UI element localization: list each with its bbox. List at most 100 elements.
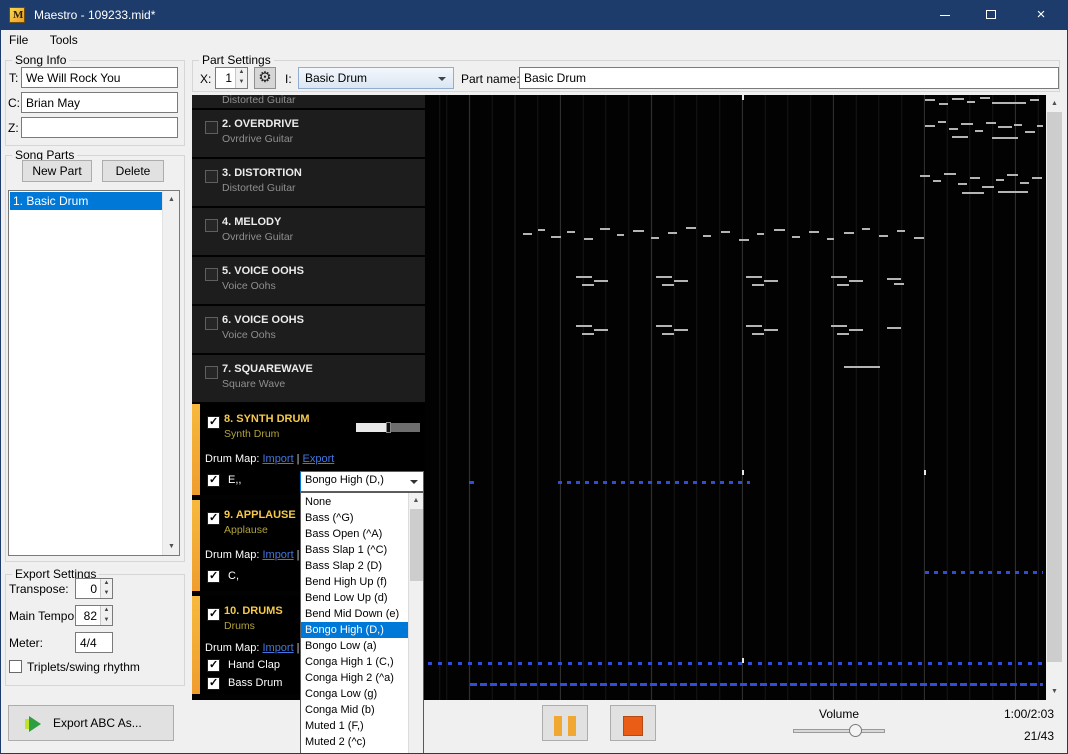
track-row-overdrive[interactable]: 2. OVERDRIVE Ovrdrive Guitar: [192, 110, 425, 157]
drum-note-checkbox[interactable]: [207, 474, 220, 487]
drum-map-import-link[interactable]: Import: [262, 549, 293, 561]
drum-map-import-link[interactable]: Import: [262, 453, 293, 465]
playback-time: 1:00/2:03: [958, 707, 1054, 721]
dropdown-option[interactable]: Conga High 2 (^a): [301, 670, 408, 686]
drum-note-checkbox[interactable]: [207, 659, 220, 672]
drum-note-select[interactable]: Bongo High (D,): [300, 471, 424, 492]
song-title-input[interactable]: [21, 67, 178, 88]
meter-input[interactable]: [75, 632, 113, 653]
delete-part-button[interactable]: Delete: [102, 160, 164, 182]
track-checkbox[interactable]: [205, 170, 218, 183]
volume-slider-handle[interactable]: [849, 724, 862, 737]
stop-button[interactable]: [610, 705, 656, 741]
dropdown-option[interactable]: Bass Slap 1 (^C): [301, 542, 408, 558]
spin-up-icon[interactable]: ▲: [236, 68, 247, 78]
z-input[interactable]: [21, 117, 178, 138]
midi-note: [792, 236, 800, 238]
dropdown-option[interactable]: Conga Low (g): [301, 686, 408, 702]
transpose-spinner[interactable]: ▲▼: [75, 578, 113, 599]
spin-up-icon[interactable]: ▲: [101, 579, 112, 589]
track-row-voice-oohs-5[interactable]: 5. VOICE OOHS Voice Oohs: [192, 257, 425, 304]
dropdown-option[interactable]: Conga Mid (b): [301, 702, 408, 718]
dropdown-option[interactable]: Conga High 1 (C,): [301, 654, 408, 670]
playback-position: 21/43: [958, 729, 1054, 743]
track-checkbox[interactable]: [207, 608, 220, 621]
track-checkbox[interactable]: [205, 366, 218, 379]
drum-dropdown-list[interactable]: NoneBass (^G)Bass Open (^A)Bass Slap 1 (…: [300, 492, 424, 754]
scroll-down-icon[interactable]: ▼: [1046, 683, 1063, 700]
new-part-button[interactable]: New Part: [22, 160, 92, 182]
track-row-squarewave[interactable]: 7. SQUAREWAVE Square Wave: [192, 355, 425, 402]
spin-down-icon[interactable]: ▼: [101, 589, 112, 599]
volume-handle[interactable]: [386, 422, 391, 433]
list-scrollbar[interactable]: ▲ ▼: [162, 191, 179, 555]
track-checkbox[interactable]: [205, 317, 218, 330]
dropdown-option[interactable]: None: [301, 494, 408, 510]
x-position-spinner[interactable]: ▲▼: [215, 67, 248, 89]
drum-map-import-link[interactable]: Import: [262, 642, 293, 654]
close-button[interactable]: ×: [1014, 0, 1068, 30]
main-tempo-label: Main Tempo:: [9, 609, 77, 623]
dropdown-option[interactable]: Bass Slap 2 (D): [301, 558, 408, 574]
maximize-button[interactable]: [968, 0, 1014, 30]
scroll-up-icon[interactable]: ▲: [1046, 95, 1063, 112]
dropdown-option[interactable]: Bongo Low (a): [301, 638, 408, 654]
drum-map-export-link[interactable]: Export: [303, 453, 335, 465]
midi-note: [837, 284, 849, 286]
part-name-input[interactable]: [519, 67, 1059, 89]
track-row-1-partial[interactable]: Distorted Guitar: [192, 95, 425, 108]
dropdown-option[interactable]: Muted 1 (F,): [301, 718, 408, 734]
dropdown-option[interactable]: Bongo High (D,): [301, 622, 408, 638]
dropdown-option[interactable]: Bass (^G): [301, 510, 408, 526]
instrument-value: Basic Drum: [305, 71, 367, 85]
track-checkbox[interactable]: [205, 268, 218, 281]
midi-note: [656, 276, 672, 278]
midi-note: [703, 235, 711, 237]
track-checkbox[interactable]: [207, 512, 220, 525]
volume-slider-track[interactable]: [793, 729, 885, 733]
part-options-button[interactable]: ⚙: [254, 67, 276, 89]
composer-input[interactable]: [21, 92, 178, 113]
scroll-up-icon[interactable]: ▲: [409, 493, 423, 508]
playhead-tick: [742, 658, 744, 663]
track-row-melody[interactable]: 4. MELODY Ovrdrive Guitar: [192, 208, 425, 255]
track-checkbox[interactable]: [205, 219, 218, 232]
midi-note: [887, 278, 901, 280]
menu-tools[interactable]: Tools: [41, 30, 87, 47]
track-checkbox[interactable]: [205, 121, 218, 134]
track-row-distortion[interactable]: 3. DISTORTION Distorted Guitar: [192, 159, 425, 206]
scrollbar-thumb[interactable]: [410, 509, 423, 581]
instrument-select[interactable]: Basic Drum: [298, 67, 454, 89]
drum-note-checkbox[interactable]: [207, 677, 220, 690]
drum-note-checkbox[interactable]: [207, 570, 220, 583]
dropdown-option[interactable]: Muted 2 (^c): [301, 734, 408, 750]
scrollbar-thumb[interactable]: [1047, 112, 1062, 662]
pause-button[interactable]: [542, 705, 588, 741]
dropdown-option[interactable]: Bend Mid Down (e): [301, 606, 408, 622]
track-row-synth-drum[interactable]: 8. SYNTH DRUM Synth Drum Drum Map: Impor…: [192, 404, 425, 495]
track-subtitle: Distorted Guitar: [222, 95, 296, 106]
x-label: X:: [200, 72, 211, 86]
list-item-basic-drum[interactable]: 1. Basic Drum: [10, 192, 162, 210]
track-checkbox[interactable]: [207, 416, 220, 429]
dropdown-scrollbar[interactable]: ▲: [408, 493, 423, 753]
roll-scrollbar[interactable]: ▲ ▼: [1046, 95, 1063, 700]
dropdown-option[interactable]: Bend High Up (f): [301, 574, 408, 590]
track-row-voice-oohs-6[interactable]: 6. VOICE OOHS Voice Oohs: [192, 306, 425, 353]
triplets-checkbox[interactable]: [9, 660, 22, 673]
composer-field-label: C:: [8, 96, 20, 110]
scroll-up-icon[interactable]: ▲: [163, 191, 180, 208]
scroll-down-icon[interactable]: ▼: [163, 538, 180, 555]
export-abc-button[interactable]: Export ABC As...: [8, 705, 174, 741]
minimize-button[interactable]: [922, 0, 968, 30]
song-parts-list[interactable]: 1. Basic Drum ▲ ▼: [8, 190, 180, 556]
dropdown-option[interactable]: Bend Low Up (d): [301, 590, 408, 606]
tempo-spinner[interactable]: ▲▼: [75, 605, 113, 626]
menu-file[interactable]: File: [0, 30, 37, 47]
spin-up-icon[interactable]: ▲: [101, 606, 112, 616]
spin-down-icon[interactable]: ▼: [236, 78, 247, 88]
track-volume-slider[interactable]: [356, 423, 420, 432]
track-title: 7. SQUAREWAVE: [222, 363, 313, 375]
spin-down-icon[interactable]: ▼: [101, 616, 112, 626]
dropdown-option[interactable]: Bass Open (^A): [301, 526, 408, 542]
